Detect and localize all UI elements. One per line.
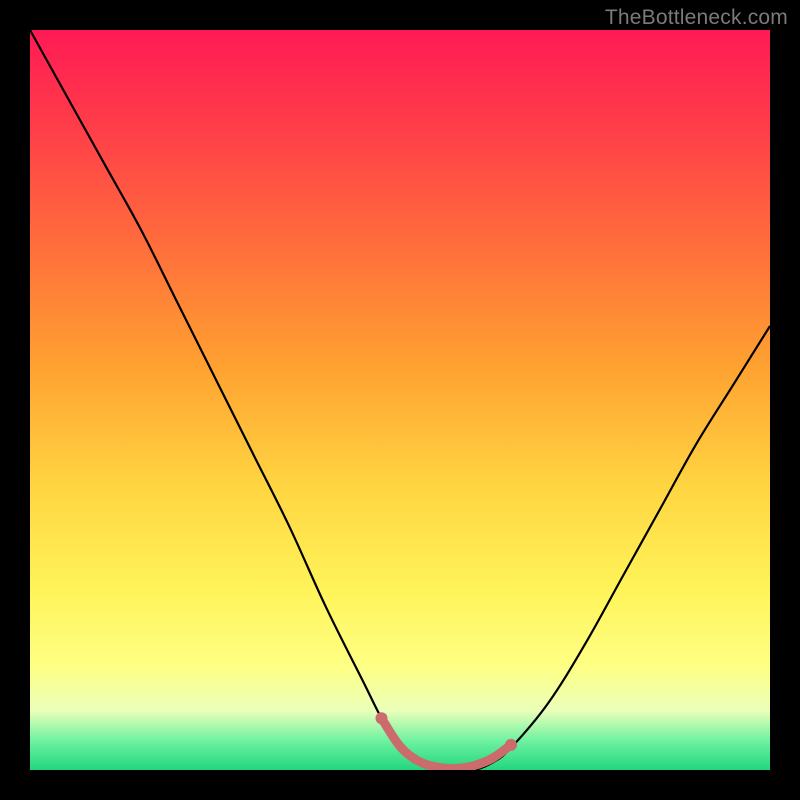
chart-frame: TheBottleneck.com [0,0,800,800]
bottleneck-chart-svg [30,30,770,770]
plot-area [30,30,770,770]
watermark-text: TheBottleneck.com [605,6,788,30]
highlight-endpoint-dot [505,739,517,751]
optimal-highlight-path [382,718,512,768]
bottleneck-curve-path [30,30,770,770]
highlight-endpoint-dot [376,712,388,724]
